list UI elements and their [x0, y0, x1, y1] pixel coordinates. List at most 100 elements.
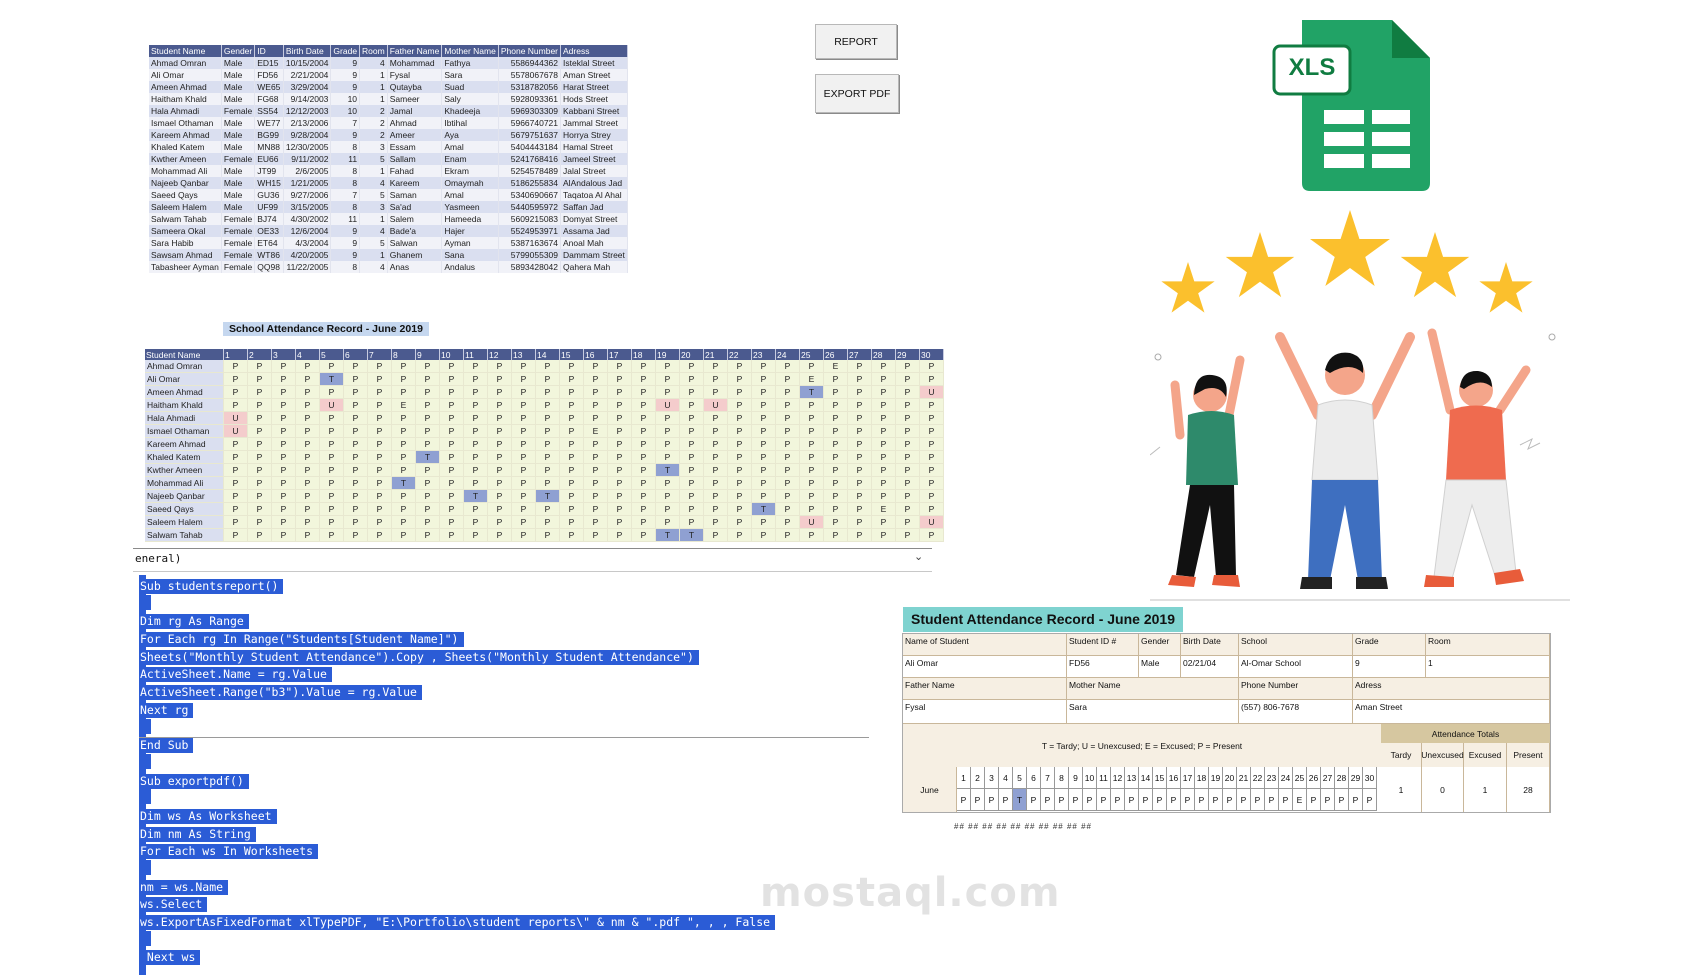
attendance-mark[interactable]: P — [319, 476, 344, 490]
attendance-mark[interactable]: P — [847, 528, 872, 542]
attendance-mark[interactable]: P — [271, 372, 296, 386]
attendance-mark[interactable]: P — [295, 528, 320, 542]
code-text[interactable]: Sub studentsreport() — [139, 579, 284, 594]
attendance-mark[interactable]: P — [823, 502, 848, 516]
attendance-mark[interactable]: P — [751, 528, 776, 542]
attendance-mark[interactable]: P — [535, 515, 560, 529]
attendance-mark[interactable]: P — [655, 424, 680, 438]
report-button[interactable]: REPORT — [815, 24, 897, 59]
attendance-mark[interactable]: P — [727, 463, 752, 477]
code-text[interactable]: ws.ExportAsFixedFormat xlTypePDF, "E:\Po… — [139, 915, 776, 931]
attendance-mark[interactable]: P — [847, 385, 872, 399]
attendance-mark[interactable]: P — [535, 463, 560, 477]
attendance-mark[interactable]: P — [847, 437, 872, 451]
attendance-mark[interactable]: P — [415, 528, 440, 542]
attendance-mark[interactable]: P — [895, 437, 920, 451]
attendance-mark[interactable]: P — [703, 528, 728, 542]
attendance-mark[interactable]: P — [391, 360, 416, 373]
attendance-mark[interactable]: P — [439, 476, 464, 490]
attendance-mark[interactable]: P — [319, 528, 344, 542]
attendance-mark[interactable]: P — [823, 476, 848, 490]
attendance-mark[interactable]: P — [367, 411, 392, 425]
attendance-mark[interactable]: P — [799, 502, 824, 516]
attendance-mark[interactable]: T — [655, 463, 680, 477]
attendance-mark[interactable]: P — [535, 385, 560, 399]
attendance-mark[interactable]: P — [247, 489, 272, 503]
attendance-mark[interactable]: P — [583, 489, 608, 503]
attendance-mark[interactable]: P — [415, 502, 440, 516]
attendance-mark[interactable]: P — [703, 463, 728, 477]
attendance-mark[interactable]: P — [439, 489, 464, 503]
attendance-mark[interactable]: P — [655, 411, 680, 425]
attendance-mark[interactable]: P — [343, 515, 368, 529]
attendance-mark[interactable]: P — [439, 450, 464, 464]
attendance-mark[interactable]: E — [391, 398, 416, 412]
attendance-mark[interactable]: P — [223, 515, 248, 529]
attendance-mark[interactable]: P — [367, 489, 392, 503]
attendance-mark[interactable]: P — [511, 450, 536, 464]
code-text[interactable] — [139, 718, 151, 734]
attendance-mark[interactable]: P — [391, 502, 416, 516]
attendance-mark[interactable]: P — [223, 372, 248, 386]
attendance-mark[interactable]: P — [247, 515, 272, 529]
attendance-mark[interactable]: P — [295, 424, 320, 438]
attendance-mark[interactable]: P — [871, 489, 896, 503]
attendance-mark[interactable]: P — [511, 437, 536, 451]
attendance-mark[interactable]: P — [439, 515, 464, 529]
code-text[interactable]: Next ws — [139, 950, 201, 966]
attendance-mark[interactable]: P — [367, 385, 392, 399]
attendance-mark[interactable]: P — [463, 450, 488, 464]
code-text[interactable]: Dim nm As String — [139, 826, 256, 842]
attendance-mark[interactable]: P — [535, 437, 560, 451]
attendance-mark[interactable]: P — [439, 463, 464, 477]
attendance-mark[interactable]: P — [871, 515, 896, 529]
attendance-mark[interactable]: P — [295, 372, 320, 386]
attendance-mark[interactable]: P — [223, 450, 248, 464]
attendance-mark[interactable]: P — [631, 411, 656, 425]
attendance-mark[interactable]: P — [511, 528, 536, 542]
attendance-mark[interactable]: P — [343, 360, 368, 373]
attendance-mark[interactable]: P — [847, 450, 872, 464]
attendance-mark[interactable]: P — [607, 424, 632, 438]
attendance-mark[interactable]: P — [535, 476, 560, 490]
attendance-mark[interactable]: P — [463, 372, 488, 386]
attendance-mark[interactable]: P — [535, 372, 560, 386]
attendance-mark[interactable]: P — [607, 437, 632, 451]
attendance-mark[interactable]: P — [463, 360, 488, 373]
attendance-mark[interactable]: P — [319, 450, 344, 464]
attendance-mark[interactable]: P — [607, 411, 632, 425]
attendance-mark[interactable]: P — [823, 424, 848, 438]
attendance-mark[interactable]: P — [439, 437, 464, 451]
attendance-mark[interactable]: P — [319, 463, 344, 477]
attendance-mark[interactable]: P — [463, 411, 488, 425]
attendance-mark[interactable]: P — [271, 424, 296, 438]
attendance-mark[interactable]: P — [415, 411, 440, 425]
attendance-mark[interactable]: P — [871, 360, 896, 373]
code-text[interactable] — [139, 860, 151, 875]
attendance-mark[interactable]: P — [799, 424, 824, 438]
attendance-mark[interactable]: P — [367, 528, 392, 542]
attendance-mark[interactable]: P — [607, 450, 632, 464]
attendance-mark[interactable]: P — [799, 437, 824, 451]
attendance-mark[interactable]: U — [919, 515, 944, 529]
attendance-mark[interactable]: P — [415, 463, 440, 477]
attendance-mark[interactable]: P — [271, 411, 296, 425]
attendance-mark[interactable]: P — [319, 515, 344, 529]
attendance-mark[interactable]: P — [823, 489, 848, 503]
attendance-mark[interactable]: P — [415, 424, 440, 438]
attendance-mark[interactable]: P — [391, 528, 416, 542]
attendance-mark[interactable]: P — [511, 385, 536, 399]
attendance-mark[interactable]: P — [703, 476, 728, 490]
attendance-mark[interactable]: P — [727, 450, 752, 464]
attendance-mark[interactable]: P — [559, 360, 584, 373]
attendance-mark[interactable]: P — [559, 372, 584, 386]
attendance-mark[interactable]: P — [703, 437, 728, 451]
attendance-mark[interactable]: T — [655, 528, 680, 542]
attendance-mark[interactable]: P — [463, 463, 488, 477]
attendance-mark[interactable]: P — [655, 489, 680, 503]
attendance-mark[interactable]: P — [823, 398, 848, 412]
attendance-mark[interactable]: P — [655, 360, 680, 373]
attendance-mark[interactable]: P — [727, 398, 752, 412]
code-text[interactable] — [139, 930, 151, 946]
attendance-mark[interactable]: P — [679, 489, 704, 503]
